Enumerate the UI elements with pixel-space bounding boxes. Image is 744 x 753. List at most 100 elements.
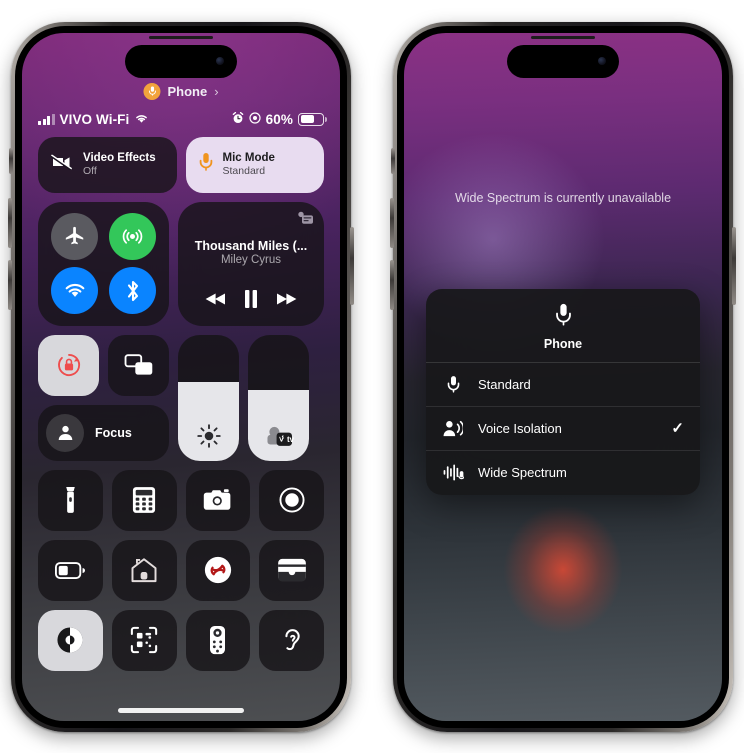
screen-mirroring-button[interactable]	[108, 334, 169, 396]
apple-tv-remote-button[interactable]	[185, 609, 251, 671]
square-toggles-row	[38, 334, 169, 396]
calculator-button[interactable]	[111, 469, 177, 531]
cellular-bars-icon	[38, 113, 55, 125]
control-center-grid: Video Effects Off Mic Mode Standard Thou…	[38, 136, 324, 671]
remote-icon	[210, 625, 226, 655]
shazam-button[interactable]	[185, 539, 251, 601]
airplay-icon[interactable]	[296, 211, 314, 232]
mic-mode-subtitle: Standard	[222, 165, 266, 177]
brightness-slider-fill	[178, 382, 239, 461]
home-button[interactable]	[111, 539, 177, 601]
forward-button[interactable]	[275, 292, 297, 311]
appletv-volume-icon: tv	[248, 423, 309, 449]
cellular-data-button[interactable]	[109, 212, 156, 260]
mic-mode-tile[interactable]: Mic Mode Standard	[185, 136, 324, 193]
volume-slider[interactable]: tv	[248, 334, 309, 461]
mic-mode-wide-spectrum-label: Wide Spectrum	[478, 465, 567, 480]
now-playing-title: Thousand Miles (...	[194, 238, 308, 253]
power-button-left[interactable]	[350, 226, 354, 305]
flashlight-button[interactable]	[38, 469, 103, 531]
camera-icon	[203, 489, 231, 510]
ear-icon	[285, 629, 300, 651]
rotation-lock-button[interactable]	[38, 334, 99, 396]
mid-left-column: Focus	[38, 334, 169, 461]
rewind-button[interactable]	[205, 292, 227, 311]
volume-down-button-left[interactable]	[8, 259, 12, 310]
wifi-toggle-button[interactable]	[51, 267, 98, 315]
voice-isolation-icon	[442, 419, 464, 438]
mic-mode-standard-label: Standard	[478, 376, 531, 392]
carrier-label: VIVO Wi-Fi	[59, 111, 130, 127]
home-icon	[131, 558, 157, 583]
screen-right: Wide Spectrum is currently unavailable P…	[404, 32, 722, 721]
hearing-button[interactable]	[259, 609, 324, 671]
status-bar-left: VIVO Wi-Fi	[38, 112, 149, 127]
qr-code-icon	[130, 626, 158, 654]
dark-mode-button[interactable]	[38, 609, 103, 671]
mid-controls-row: Focus tv	[38, 334, 324, 461]
silent-switch-right[interactable]	[391, 147, 395, 174]
screen-mirroring-icon	[124, 354, 152, 375]
mic-icon	[199, 152, 213, 177]
battery-percent-label: 60%	[265, 111, 293, 127]
unavailable-notice: Wide Spectrum is currently unavailable	[454, 190, 672, 205]
volume-up-button-right[interactable]	[390, 197, 394, 248]
mic-mode-text: Mic Mode Standard	[223, 152, 275, 177]
quick-actions-grid	[38, 469, 324, 671]
dynamic-island-right	[507, 44, 619, 78]
battery-icon	[298, 112, 327, 126]
power-button-right[interactable]	[732, 226, 736, 305]
qr-scanner-button[interactable]	[111, 609, 177, 671]
mic-mode-title: Mic Mode	[222, 152, 275, 164]
calculator-icon	[133, 487, 156, 513]
volume-up-button-left[interactable]	[8, 197, 12, 248]
video-effects-title: Video Effects	[83, 152, 156, 164]
pause-button[interactable]	[243, 289, 259, 313]
mic-mode-standard-option[interactable]: Standard	[426, 363, 700, 407]
status-bar-right: 60%	[232, 111, 327, 127]
wide-spectrum-icon	[442, 463, 464, 482]
mic-icon	[555, 303, 572, 332]
media-controls	[191, 289, 311, 315]
volume-down-button-right[interactable]	[390, 259, 394, 310]
svg-text:tv: tv	[286, 434, 294, 443]
status-bar: VIVO Wi-Fi 60%	[38, 111, 327, 127]
wallet-button[interactable]	[259, 539, 324, 601]
brightness-slider[interactable]	[178, 334, 239, 461]
rotation-lock-icon	[57, 353, 80, 377]
screenshot-stage: Phone › VIVO Wi-Fi 60% Video Effects Off…	[0, 0, 744, 753]
airplane-mode-button[interactable]	[51, 212, 98, 260]
connectivity-tile	[38, 201, 169, 326]
shazam-icon	[204, 556, 231, 584]
mic-icon	[442, 375, 464, 394]
now-playing-artist: Miley Cyrus	[220, 253, 282, 266]
flashlight-icon	[66, 487, 75, 513]
focus-button[interactable]: Focus	[38, 404, 169, 461]
brightness-icon	[178, 423, 239, 449]
control-center: Phone › VIVO Wi-Fi 60% Video Effects Off…	[22, 33, 340, 721]
alarm-icon	[232, 111, 244, 127]
bluetooth-toggle-button[interactable]	[109, 267, 156, 315]
active-call-indicator[interactable]: Phone ›	[143, 82, 219, 100]
record-icon	[279, 487, 305, 513]
low-power-mode-button[interactable]	[38, 539, 103, 601]
location-icon	[249, 111, 261, 127]
screen-left: Phone › VIVO Wi-Fi 60% Video Effects Off…	[22, 32, 340, 721]
camera-button[interactable]	[185, 469, 251, 531]
mic-mode-dialog-title: Phone	[543, 336, 583, 351]
mic-mode-wide-spectrum-option[interactable]: Wide Spectrum	[426, 451, 700, 495]
video-effects-tile[interactable]: Video Effects Off	[38, 136, 177, 193]
mic-mode-dialog-header: Phone	[426, 289, 700, 363]
silent-switch-left[interactable]	[9, 147, 13, 174]
focus-label: Focus	[95, 425, 132, 440]
active-call-label: Phone	[167, 83, 208, 99]
screen-record-button[interactable]	[259, 469, 324, 531]
mic-mode-dialog: Phone Standard Voice Isolation ✓ Wide Sp…	[426, 288, 700, 495]
front-camera-icon	[216, 57, 224, 65]
home-indicator-left[interactable]	[118, 707, 244, 713]
mic-mode-voice-isolation-option[interactable]: Voice Isolation ✓	[426, 407, 700, 451]
now-playing-tile[interactable]: Thousand Miles (... Miley Cyrus	[178, 201, 324, 326]
dynamic-island-left	[125, 44, 237, 78]
wallet-icon	[277, 558, 306, 582]
dark-mode-icon	[57, 627, 83, 653]
